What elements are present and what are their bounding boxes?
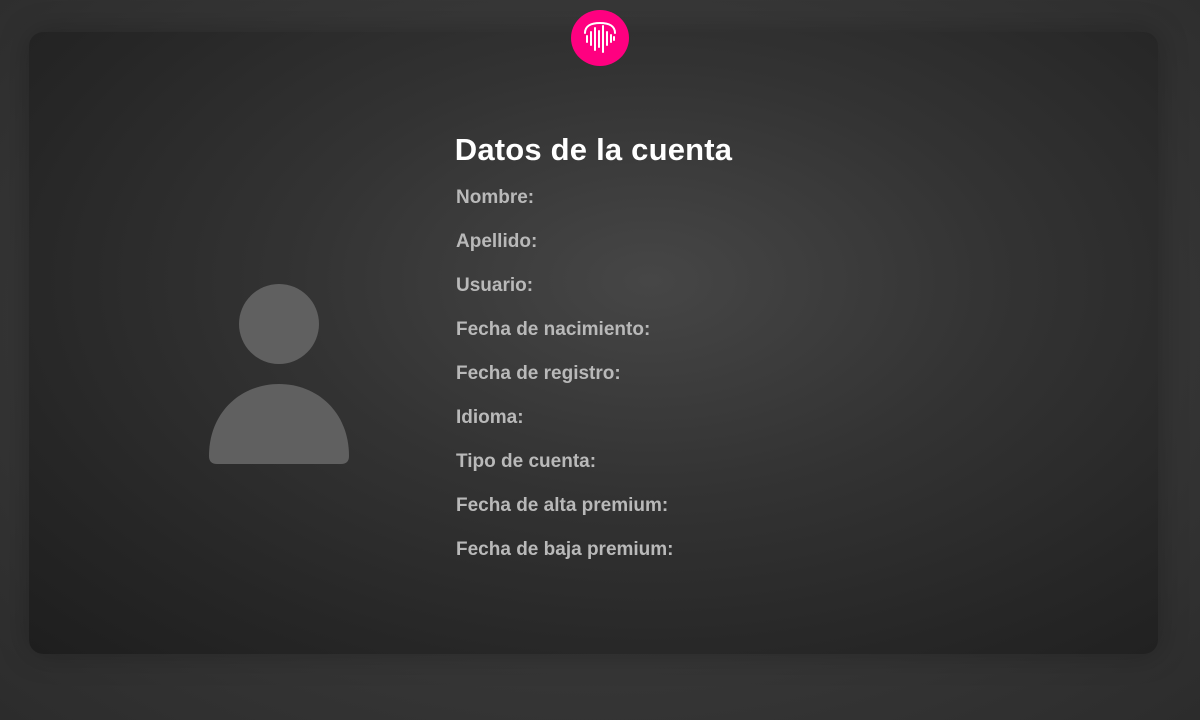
field-nombre: Nombre: [456, 187, 535, 208]
avatar [209, 284, 349, 464]
page-title: Datos de la cuenta [454, 132, 733, 167]
field-fecha-registro: Fecha de registro: [456, 363, 621, 384]
field-usuario: Usuario: [456, 275, 534, 296]
field-fecha-nacimiento: Fecha de nacimiento: [456, 319, 651, 340]
field-idioma: Idioma: [456, 407, 524, 428]
user-avatar-icon [209, 284, 349, 464]
app-logo[interactable] [571, 10, 629, 66]
account-card: Datos de la cuenta Nombre: Apellido: Usu… [29, 32, 1158, 654]
field-apellido: Apellido: [456, 231, 538, 252]
sound-wave-icon [584, 21, 616, 53]
field-tipo-cuenta: Tipo de cuenta: [456, 451, 597, 472]
field-fecha-alta-premium: Fecha de alta premium: [456, 495, 669, 516]
field-fecha-baja-premium: Fecha de baja premium: [456, 539, 674, 560]
account-fields: Nombre: Apellido: Usuario: Fecha de naci… [456, 186, 674, 582]
